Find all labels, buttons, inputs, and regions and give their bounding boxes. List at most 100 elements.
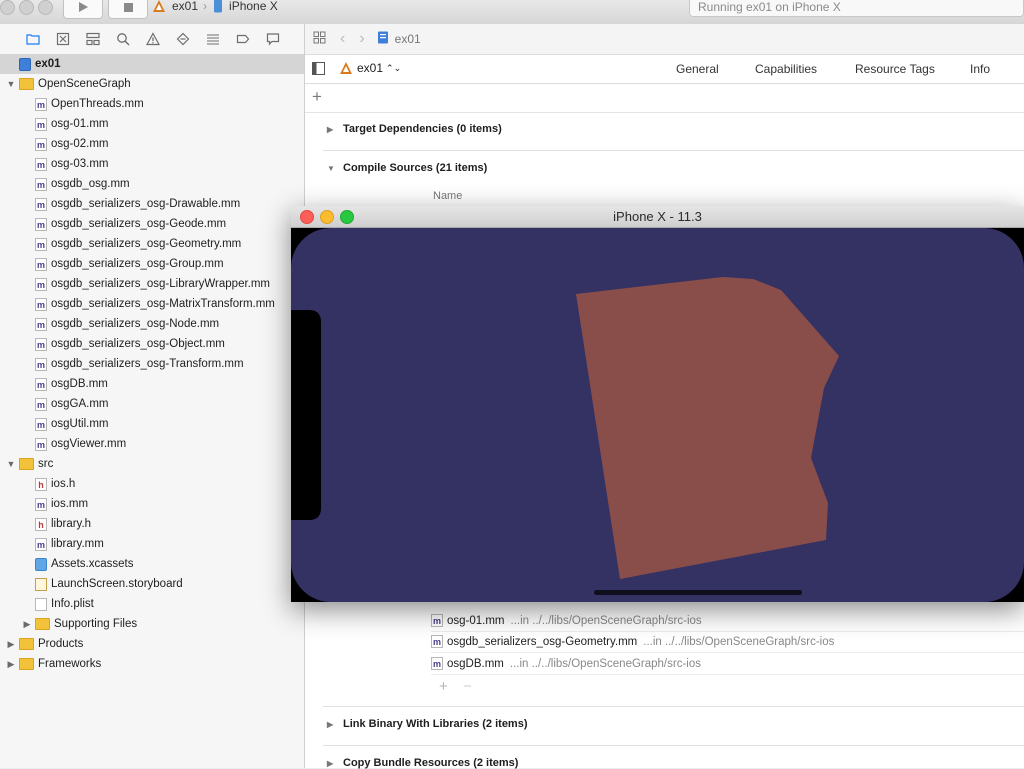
rendered-geometry-shape [576,277,839,579]
header-file-icon: h [35,477,47,491]
forward-chevron-icon[interactable]: › [359,30,364,48]
tab-general[interactable]: General [676,62,719,76]
navigator-item[interactable]: ▶ Frameworks [0,654,304,674]
debug-navigator-tab[interactable] [198,29,228,49]
related-items-grid-icon[interactable] [313,31,326,47]
tab-resource-tags[interactable]: Resource Tags [855,62,935,76]
disclosure-open-icon[interactable]: ▼ [6,79,16,89]
navigator-item[interactable]: m osgViewer.mm [0,434,304,454]
navigator-item[interactable]: m osgdb_serializers_osg-Object.mm [0,334,304,354]
link-binary-section[interactable]: ▶ Link Binary With Libraries (2 items) [327,718,528,730]
navigator-item[interactable]: ▼ OpenSceneGraph [0,74,304,94]
navigator-item[interactable]: m osgdb_serializers_osg-Geometry.mm [0,234,304,254]
sidebar-toggle-icon[interactable] [312,62,325,78]
navigator-item[interactable]: ▼ src [0,454,304,474]
app-target-icon [340,62,352,74]
section-title: Compile Sources (21 items) [343,162,488,174]
simulator-screen[interactable] [291,228,1024,602]
test-navigator-tab[interactable] [168,29,198,49]
navigator-item[interactable]: ▶ Supporting Files [0,614,304,634]
remove-source-button[interactable]: − [463,678,472,695]
tab-info[interactable]: Info [970,62,990,76]
navigator-item[interactable]: m osgdb_serializers_osg-Node.mm [0,314,304,334]
navigator-item[interactable]: h library.h [0,514,304,534]
objc-file-icon: m [35,257,47,271]
app-target-icon [153,0,165,12]
navigator-item[interactable]: m osgdb_osg.mm [0,174,304,194]
navigator-item[interactable]: m osgdb_serializers_osg-Group.mm [0,254,304,274]
run-button[interactable] [63,0,103,19]
simulator-title-bar[interactable]: iPhone X - 11.3 [291,206,1024,228]
tab-capabilities[interactable]: Capabilities [755,62,817,76]
disclosure-closed-icon[interactable]: ▶ [6,639,16,649]
navigator-item[interactable]: m ios.mm [0,494,304,514]
source-control-navigator-tab[interactable] [48,29,78,49]
source-file-path: ...in ../../libs/OpenSceneGraph/src-ios [643,635,835,648]
navigator-item-label: Info.plist [51,598,94,610]
objc-file-icon: m [35,237,47,251]
navigator-item[interactable]: m osg-03.mm [0,154,304,174]
compile-sources-section[interactable]: ▼ Compile Sources (21 items) [327,162,487,174]
navigator-item[interactable]: Assets.xcassets [0,554,304,574]
navigator-item[interactable]: h ios.h [0,474,304,494]
add-build-phase-button[interactable]: + [312,87,322,107]
objc-file-icon: m [35,117,47,131]
navigator-item[interactable]: LaunchScreen.storyboard [0,574,304,594]
minimize-window-button[interactable] [19,0,34,15]
navigator-item[interactable]: m OpenThreads.mm [0,94,304,114]
table-row[interactable]: m osgDB.mm ...in ../../libs/OpenSceneGra… [431,653,1024,675]
find-navigator-tab[interactable] [108,29,138,49]
project-navigator-panel: ex01 ▼ OpenSceneGraph m OpenThreads.mm m osg-0… [0,24,305,768]
target-dependencies-section[interactable]: ▶ Target Dependencies (0 items) [327,123,502,135]
navigator-item-label: Assets.xcassets [51,558,134,570]
zoom-window-button[interactable] [38,0,53,15]
source-file-name: osgDB.mm [447,657,504,670]
navigator-item[interactable]: Info.plist [0,594,304,614]
navigator-item-label: library.mm [51,538,104,550]
add-source-button[interactable]: + [439,678,448,695]
disclosure-open-icon[interactable]: ▼ [6,459,16,469]
project-navigator-tab[interactable] [18,29,48,49]
issue-navigator-tab[interactable] [138,29,168,49]
symbol-navigator-tab[interactable] [78,29,108,49]
up-down-chevron-icon: ⌃⌄ [386,62,402,73]
copy-bundle-section[interactable]: ▶ Copy Bundle Resources (2 items) [327,757,518,769]
scheme-selector[interactable]: ex01 › iPhone X [152,0,292,17]
navigator-item[interactable]: m osgdb_serializers_osg-LibraryWrapper.mm [0,274,304,294]
close-window-button[interactable] [0,0,15,15]
navigator-item[interactable]: m osgDB.mm [0,374,304,394]
navigator-item[interactable]: m osgdb_serializers_osg-MatrixTransform.m… [0,294,304,314]
navigator-item[interactable]: m osgUtil.mm [0,414,304,434]
navigator-item[interactable]: m osgdb_serializers_osg-Geode.mm [0,214,304,234]
breakpoint-navigator-tab[interactable] [228,29,258,49]
navigator-item[interactable]: m library.mm [0,534,304,554]
report-navigator-tab[interactable] [258,29,288,49]
table-row[interactable]: m osgdb_serializers_osg-Geometry.mm ...i… [431,631,1024,653]
project-icon [19,57,31,71]
simulator-window[interactable]: iPhone X - 11.3 [291,206,1024,602]
navigator-item[interactable]: m osgGA.mm [0,394,304,414]
name-column-header[interactable]: Name [433,190,462,202]
breadcrumb-project[interactable]: ex01 [395,32,421,46]
navigator-item[interactable]: m osgdb_serializers_osg-Drawable.mm [0,194,304,214]
navigator-item[interactable]: m osgdb_serializers_osg-Transform.mm [0,354,304,374]
navigator-item[interactable]: m osg-02.mm [0,134,304,154]
disclosure-closed-icon[interactable]: ▶ [6,659,16,669]
navigator-item[interactable]: ▶ Products [0,634,304,654]
target-selector[interactable]: ex01 ⌃⌄ [339,61,401,75]
objc-file-icon: m [35,397,47,411]
stop-button[interactable] [108,0,148,19]
back-chevron-icon[interactable]: ‹ [340,30,345,48]
disclosure-closed-icon[interactable]: ▶ [22,619,32,629]
navigator-item[interactable]: m osg-01.mm [0,114,304,134]
navigator-item[interactable]: ex01 [0,54,304,74]
table-row[interactable]: m osg-01.mm ...in ../../libs/OpenSceneGr… [431,610,1024,632]
